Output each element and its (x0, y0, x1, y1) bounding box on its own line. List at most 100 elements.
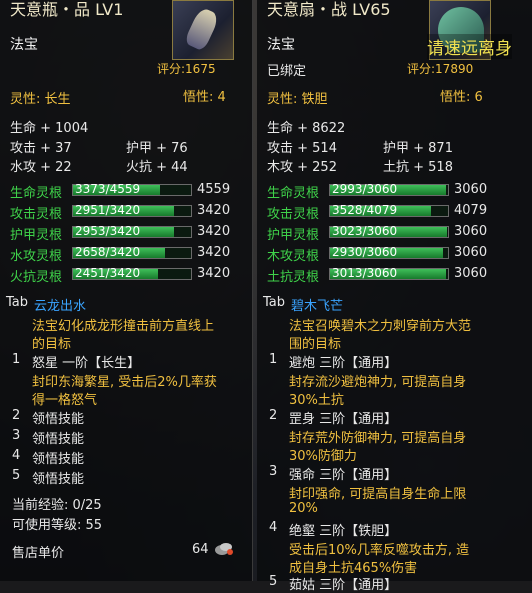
subskill-desc: 30%土抗 (289, 393, 344, 408)
subskill-name: 领悟技能 (32, 452, 85, 467)
spirit-root-value: 3023/3060 (332, 224, 398, 238)
tab-key-label: Tab (6, 295, 29, 310)
spirit-root-max: 3060 (454, 266, 488, 281)
spirit-root-value: 2953/3420 (75, 224, 141, 238)
subskill-desc: 20% (289, 501, 318, 516)
subskill-name: 茹姑 三阶【通用】 (289, 578, 398, 593)
bound-status: 已绑定 (267, 64, 307, 79)
subskill-num: 4 (269, 520, 278, 535)
spirit-root-max: 3420 (197, 266, 231, 281)
skill-desc-line2: 围的目标 (289, 337, 342, 352)
spirit-root-label: 水攻灵根 (10, 249, 63, 264)
stat-water-attack: 水攻 + 22 (10, 160, 72, 175)
spirit-root-label: 护甲灵根 (267, 228, 320, 243)
spirit-root-value: 2930/3060 (332, 245, 398, 259)
subskill-num: 4 (12, 448, 21, 463)
subskill-name: 领悟技能 (32, 412, 85, 427)
spirit-root-bar: 2658/3420 (72, 245, 192, 259)
subskill-name: 避炮 三阶【通用】 (289, 356, 398, 371)
spirit-root-value: 2658/3420 (75, 245, 141, 259)
subskill-num: 1 (269, 352, 278, 367)
spirit-root-max: 3060 (454, 245, 488, 260)
stat-armor: 护甲 + 76 (126, 141, 188, 156)
bottle-item-icon (172, 0, 234, 60)
spirit-root-value: 3528/4079 (332, 203, 398, 217)
item-score: 评分:1675 (157, 62, 216, 76)
skill-desc-line1: 法宝幻化成龙形撞击前方直线上 (32, 319, 215, 334)
spirit-root-value: 3013/3060 (332, 266, 398, 280)
spirit-root-label: 生命灵根 (267, 186, 320, 201)
item-score: 评分:17890 (407, 62, 474, 76)
spirit-root-value: 2993/3060 (332, 182, 398, 196)
usable-level: 可使用等级: 55 (12, 518, 103, 533)
insight-label: 悟性: 4 (183, 90, 226, 105)
item-type: 法宝 (267, 37, 295, 53)
current-exp: 当前经验: 0/25 (12, 498, 102, 513)
spirit-root-bar: 2951/3420 (72, 203, 192, 217)
tab-key-label: Tab (263, 295, 286, 310)
spirit-root-label: 护甲灵根 (10, 228, 63, 243)
item-tooltip-right: 天意扇・战 LV65 法宝 已绑定 评分:17890 灵性: 铁胆 悟性: 6 … (257, 0, 532, 593)
subskill-num: 3 (269, 464, 278, 479)
price-label: 售店单价 (12, 546, 65, 561)
subskill-name: 领悟技能 (32, 432, 85, 447)
spirit-root-max: 4079 (454, 203, 488, 218)
stat-hp: 生命 + 8622 (267, 121, 346, 136)
spirit-root-bar: 3373/4559 (72, 182, 192, 196)
subskill-num: 1 (12, 352, 21, 367)
spirit-label: 灵性: 长生 (10, 92, 71, 107)
subskill-num: 2 (269, 408, 278, 423)
spirit-root-max: 3060 (454, 224, 488, 239)
item-title: 天意瓶・品 LV1 (10, 0, 124, 19)
item-type: 法宝 (10, 37, 38, 53)
spirit-root-bar: 3528/4079 (329, 203, 449, 217)
subskill-num: 5 (269, 574, 278, 589)
item-title: 天意扇・战 LV65 (267, 0, 391, 19)
subskill-name: 领悟技能 (32, 472, 85, 487)
spirit-root-label: 攻击灵根 (267, 207, 320, 222)
subskill-desc: 封印东海繁星, 受击后2%几率获 (32, 375, 217, 390)
spirit-root-max: 3420 (197, 224, 231, 239)
spirit-root-label: 木攻灵根 (267, 249, 320, 264)
subskill-desc: 封存流沙避炮神力, 可提高自身 (289, 375, 467, 390)
spirit-root-max: 4559 (197, 182, 231, 197)
stat-hp: 生命 + 1004 (10, 121, 89, 136)
spirit-root-value: 3373/4559 (75, 182, 141, 196)
spirit-label: 灵性: 铁胆 (267, 92, 328, 107)
spirit-root-bar: 2451/3420 (72, 266, 192, 280)
warning-notice: 请速远离身 (427, 34, 512, 59)
stat-fire-resist: 火抗 + 44 (126, 160, 188, 175)
subskill-desc: 封存荒外防御神力, 可提高自身 (289, 431, 467, 446)
spirit-root-max: 3060 (454, 182, 488, 197)
spirit-root-value: 2951/3420 (75, 203, 141, 217)
subskill-num: 3 (12, 428, 21, 443)
item-tooltip-left: 天意瓶・品 LV1 法宝 评分:1675 灵性: 长生 悟性: 4 生命 + 1… (0, 0, 253, 581)
subskill-name: 罡身 三阶【通用】 (289, 412, 398, 427)
skill-desc-line2: 的目标 (32, 337, 72, 352)
subskill-desc: 得一格怒气 (32, 393, 98, 408)
insight-label: 悟性: 6 (440, 90, 483, 105)
subskill-name: 怒星 一阶【长生】 (32, 356, 141, 371)
stat-attack: 攻击 + 514 (267, 141, 337, 156)
spirit-root-bar: 3023/3060 (329, 224, 449, 238)
skill-desc-line1: 法宝召唤碧木之力刺穿前方大范 (289, 319, 472, 334)
spirit-root-value: 2451/3420 (75, 266, 141, 280)
subskill-desc: 受击后10%几率反噬攻击方, 造 (289, 543, 470, 558)
coin-icon (214, 540, 234, 556)
stat-armor: 护甲 + 871 (383, 141, 453, 156)
subskill-num: 2 (12, 408, 21, 423)
subskill-desc: 30%防御力 (289, 449, 357, 464)
price-value: 64 (192, 542, 209, 557)
stat-attack: 攻击 + 37 (10, 141, 72, 156)
subskill-desc: 封印强命, 可提高自身生命上限 (289, 487, 467, 502)
stat-wood-attack: 木攻 + 252 (267, 160, 337, 175)
subskill-name: 强命 三阶【通用】 (289, 468, 398, 483)
spirit-root-bar: 3013/3060 (329, 266, 449, 280)
spirit-root-max: 3420 (197, 203, 231, 218)
spirit-root-label: 生命灵根 (10, 186, 63, 201)
spirit-root-bar: 2953/3420 (72, 224, 192, 238)
spirit-root-bar: 2930/3060 (329, 245, 449, 259)
subskill-name: 绝壑 三阶【铁胆】 (289, 524, 398, 539)
stat-earth-resist: 土抗 + 518 (383, 160, 453, 175)
spirit-root-label: 火抗灵根 (10, 270, 63, 285)
